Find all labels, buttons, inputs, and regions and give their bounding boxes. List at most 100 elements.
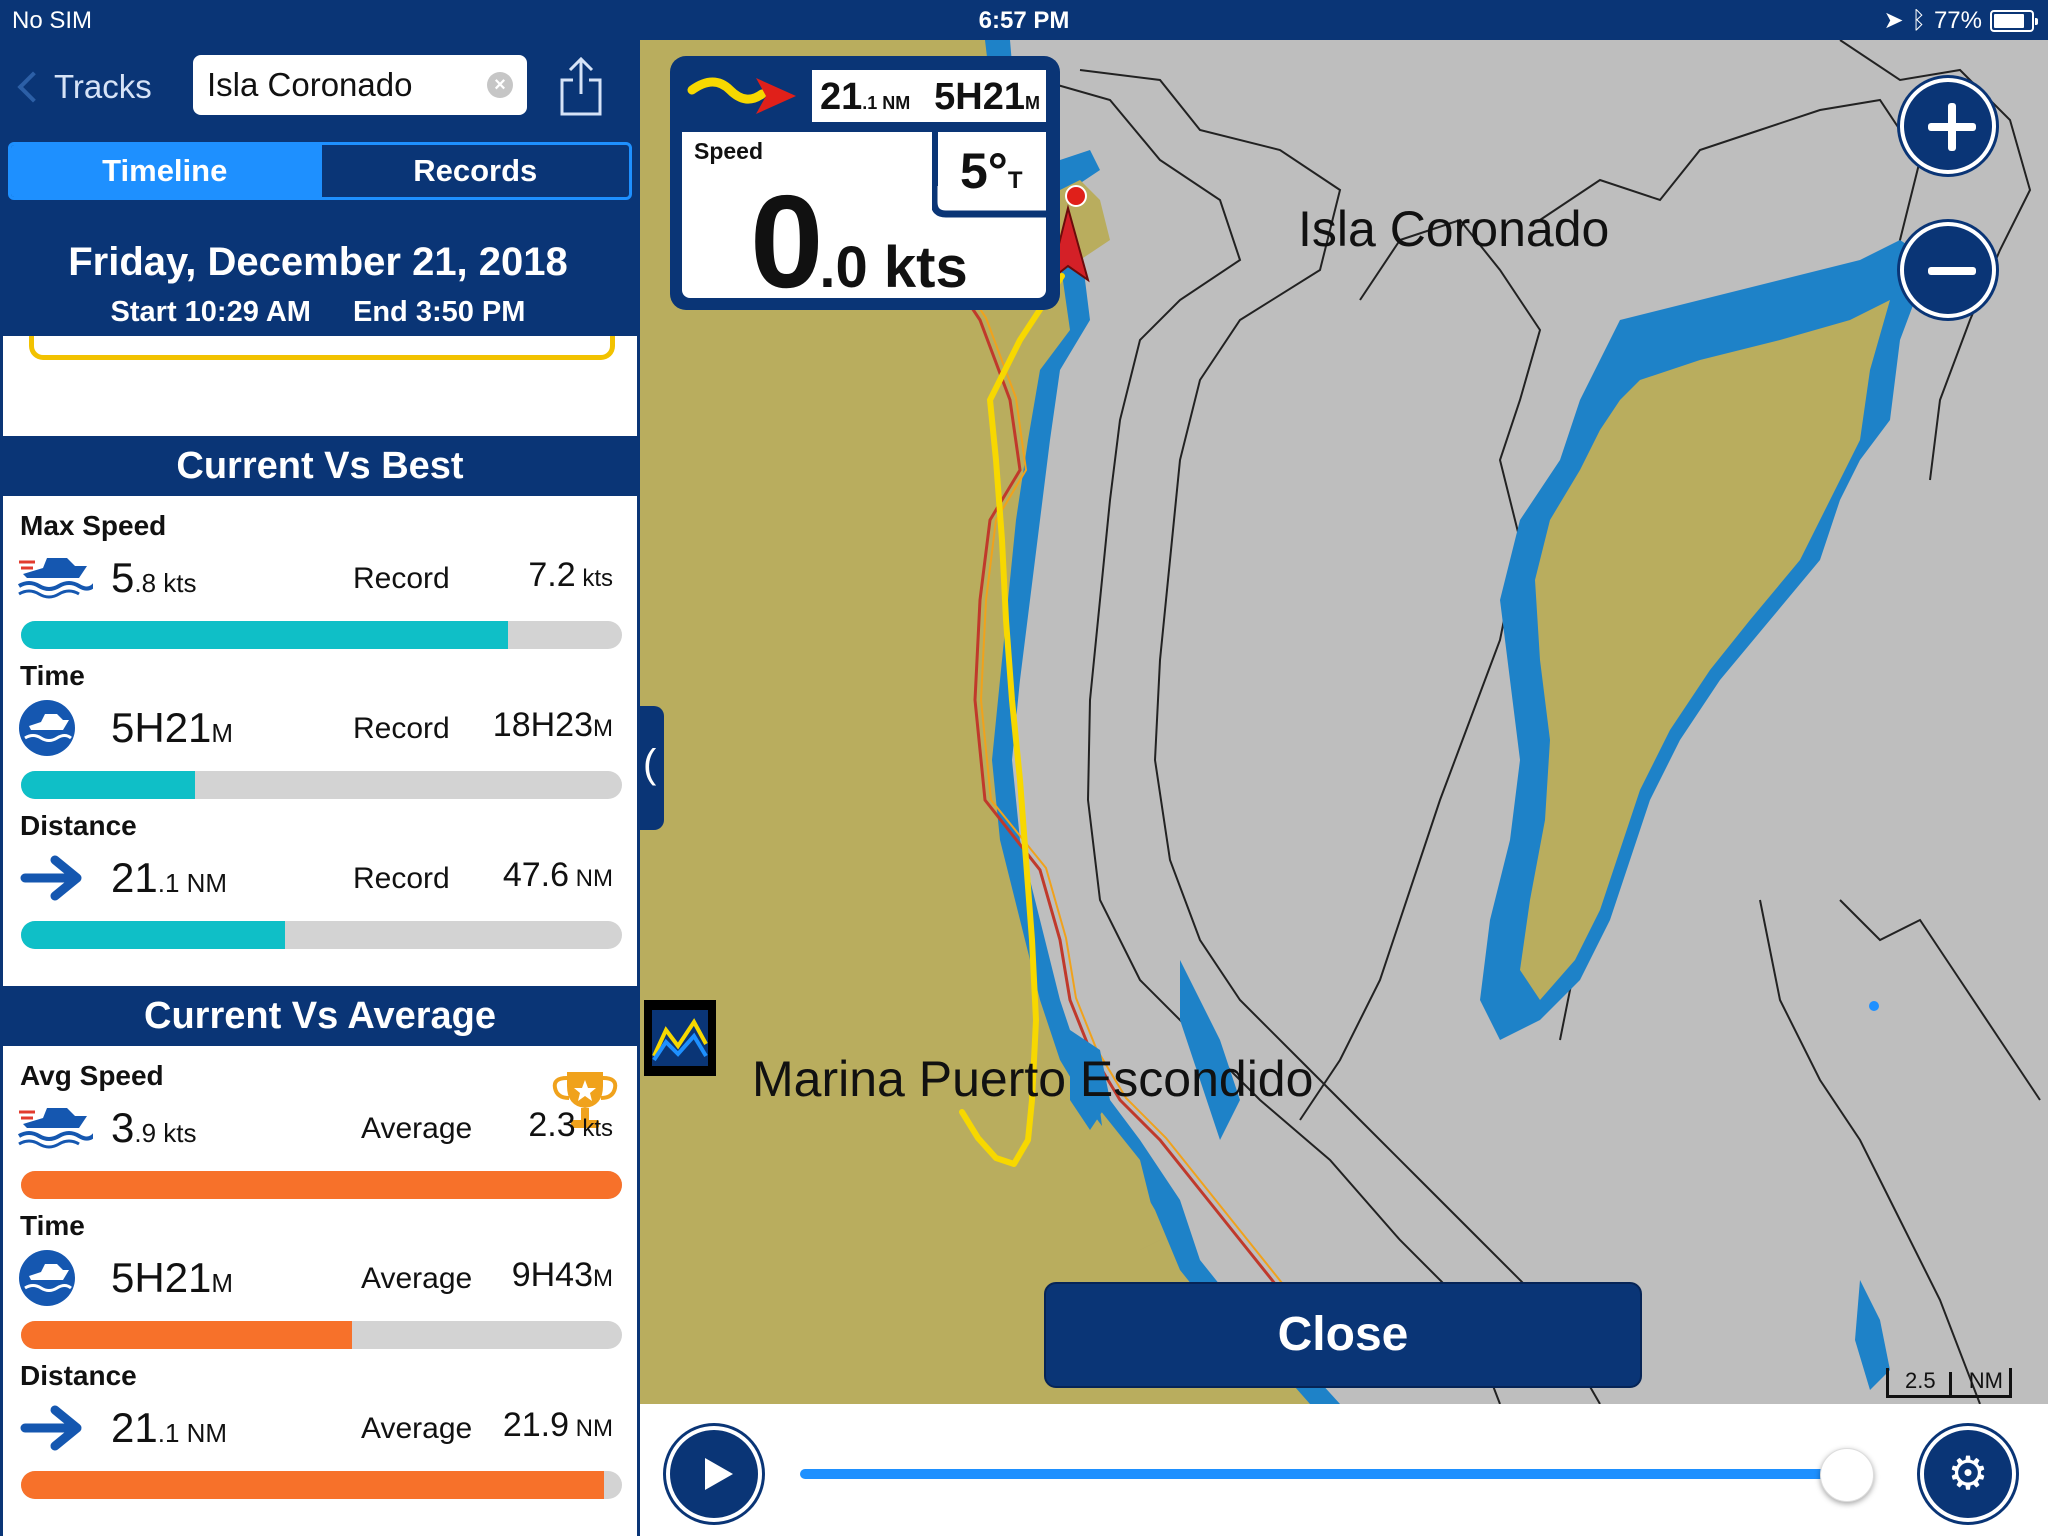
metric-value: 5H21	[111, 704, 212, 751]
progress-fill	[21, 771, 196, 799]
progress-bar	[21, 1321, 622, 1349]
gear-icon: ⚙	[1947, 1447, 1989, 1499]
end-time: End 3:50 PM	[353, 296, 526, 328]
zoom-out-button[interactable]	[1900, 222, 1996, 318]
metric-value: 3	[111, 1104, 135, 1151]
compare-unit: M	[593, 715, 613, 742]
speed-unit: .0 kts	[819, 235, 968, 300]
island-land	[1520, 300, 1890, 1000]
metric-label: Time	[20, 1210, 85, 1241]
playback-bar: ⚙	[640, 1404, 2048, 1536]
metric-unit: M	[211, 718, 234, 748]
compare-unit: kts	[575, 1115, 613, 1142]
metric-unit: .8 kts	[134, 568, 197, 598]
clear-icon[interactable]: ×	[487, 72, 513, 98]
compare-value: 18H23	[492, 706, 593, 744]
compare-unit: M	[593, 1265, 613, 1292]
progress-fill	[21, 921, 286, 949]
progress-bar	[21, 771, 622, 799]
max-speed-metric: Max Speed 5.8 kts Record 7.2 kts	[3, 496, 637, 649]
compare-value: 9H43	[511, 1256, 593, 1294]
boat-clock-icon	[19, 700, 75, 756]
metric-value: 21	[111, 854, 158, 901]
compare-value: 7.2	[528, 556, 576, 594]
progress-fill	[21, 1321, 352, 1349]
trip-distance-unit: .1 NM	[862, 93, 911, 113]
track-details-panel: Tracks Isla Coronado × Timeline Records …	[0, 40, 640, 1536]
metric-label: Time	[20, 660, 85, 691]
sounding-dot	[1869, 1001, 1879, 1011]
current-vs-best-header: Current Vs Best	[3, 436, 637, 496]
compare-value: 47.6	[502, 856, 569, 894]
share-icon[interactable]	[558, 56, 604, 118]
boat-clock-icon	[19, 1250, 75, 1306]
battery-icon	[1990, 9, 2038, 32]
minus-icon	[1928, 267, 1976, 275]
metric-label: Distance	[20, 810, 137, 841]
speed-value: 0	[750, 168, 823, 315]
heading-unit: T	[1007, 167, 1023, 194]
metric-value: 21	[111, 1404, 158, 1451]
arrow-right-icon	[20, 855, 82, 901]
playback-slider-thumb[interactable]	[1820, 1448, 1874, 1502]
boat-speed-icon	[17, 558, 93, 599]
compare-label: Average	[361, 1262, 473, 1295]
boat-speed-icon	[17, 1108, 93, 1149]
compare-label: Average	[361, 1412, 473, 1445]
track-arrow-icon	[687, 77, 796, 114]
progress-fill	[21, 621, 508, 649]
metric-unit: .1 NM	[157, 868, 228, 898]
compare-unit: kts	[575, 565, 613, 592]
progress-bar	[21, 1171, 622, 1199]
avg-speed-metric: Avg Speed 3.9 kts Average 2.3 kts	[3, 1046, 637, 1199]
compare-label: Record	[353, 562, 450, 595]
panel-collapse-handle[interactable]: (	[640, 706, 664, 830]
bluetooth-icon: ᛒ	[1911, 6, 1926, 34]
close-button[interactable]: Close	[1044, 1282, 1642, 1388]
clock: 6:57 PM	[978, 7, 1070, 34]
track-date: Friday, December 21, 2018	[68, 240, 568, 284]
play-button[interactable]	[666, 1426, 762, 1522]
timeline-graph	[29, 336, 615, 360]
compare-label: Record	[353, 862, 450, 895]
chart-toggle-icon[interactable]	[644, 1000, 716, 1076]
trip-duration-unit: M	[1025, 93, 1040, 113]
track-name-field[interactable]: Isla Coronado ×	[193, 55, 527, 115]
trip-summary: 21.1 NM 5H21M	[812, 70, 1046, 122]
avg-time-metric: Time 5H21M Average 9H43M	[3, 1196, 637, 1349]
playback-slider-track[interactable]	[800, 1469, 1850, 1479]
view-segmented-control: Timeline Records	[8, 142, 632, 200]
current-vs-average-header: Current Vs Average	[3, 986, 637, 1046]
instrument-panel[interactable]: 21.1 NM 5H21M Speed 5°T 0.0 kts	[670, 56, 1060, 310]
metric-label: Max Speed	[20, 510, 167, 541]
metric-value: 5	[111, 554, 135, 601]
battery-percent: 77%	[1933, 6, 1982, 34]
chevron-left-icon	[17, 71, 49, 103]
metric-unit: .9 kts	[134, 1118, 197, 1148]
compare-label: Average	[361, 1112, 473, 1145]
scale-value: 2.5	[1905, 1368, 1936, 1393]
track-times: Start 10:29 AM End 3:50 PM	[0, 296, 636, 329]
play-icon	[705, 1458, 733, 1490]
avg-distance-metric: Distance 21.1 NM Average 21.9 NM	[3, 1346, 637, 1499]
progress-bar	[21, 1471, 622, 1499]
compare-unit: NM	[569, 1415, 613, 1442]
scale-unit: NM	[1968, 1368, 2003, 1393]
small-island	[1855, 1280, 1890, 1390]
progress-fill	[21, 1471, 604, 1499]
scale-bar: 2.5 NM	[1886, 1368, 2012, 1398]
island-label[interactable]: Isla Coronado	[1298, 200, 1609, 258]
stats-content[interactable]: Current Vs Best Max Speed 5.8 kts Record…	[3, 336, 637, 1536]
tab-records[interactable]: Records	[318, 145, 630, 197]
trip-duration: 5H21	[934, 76, 1025, 118]
back-button[interactable]: Tracks	[17, 64, 152, 110]
compare-unit: NM	[569, 865, 613, 892]
zoom-in-button[interactable]	[1900, 78, 1996, 174]
pin-icon	[1065, 185, 1087, 207]
marina-label[interactable]: Marina Puerto Escondido	[752, 1050, 1313, 1108]
progress-bar	[21, 621, 622, 649]
metric-label: Avg Speed	[20, 1060, 164, 1091]
settings-button[interactable]: ⚙	[1920, 1426, 2016, 1522]
speed-label: Speed	[694, 138, 764, 164]
tab-timeline[interactable]: Timeline	[11, 145, 319, 197]
